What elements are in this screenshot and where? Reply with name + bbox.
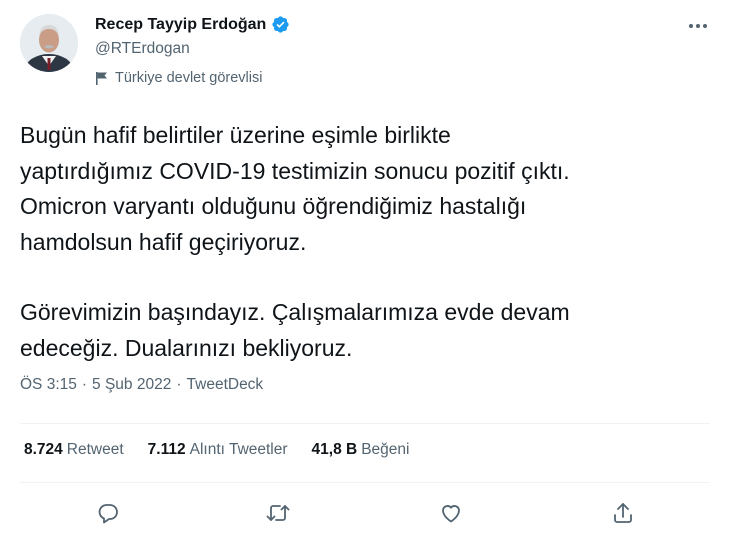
likes-stat[interactable]: 41,8 B Beğeni <box>312 441 410 459</box>
tweet-line: Bugün hafif belirtiler üzerine eşimle bi… <box>20 122 451 148</box>
tweet-line: Omicron varyantı olduğunu öğrendiğimiz h… <box>20 193 527 219</box>
tweet-source[interactable]: TweetDeck <box>187 376 264 394</box>
meta-separator: · <box>81 376 88 393</box>
tweet-card: Recep Tayyip Erdoğan @RTErdogan Türkiye … <box>0 0 730 537</box>
tweet-meta: ÖS 3:15 · 5 Şub 2022 · TweetDeck <box>20 376 263 394</box>
flag-icon <box>96 71 107 85</box>
retweets-stat[interactable]: 8.724 Retweet <box>24 441 124 459</box>
share-button[interactable] <box>607 497 639 529</box>
account-label-text: Türkiye devlet görevlisi <box>115 70 263 86</box>
tweet-time[interactable]: ÖS 3:15 <box>20 376 77 394</box>
retweet-icon <box>266 505 290 521</box>
tweet-text: Bugün hafif belirtiler üzerine eşimle bi… <box>20 118 710 366</box>
avatar[interactable] <box>20 14 78 72</box>
reply-icon <box>98 504 118 524</box>
retweet-button[interactable] <box>262 497 294 529</box>
likes-label: Beğeni <box>361 441 410 458</box>
more-dots-icon <box>689 24 707 28</box>
author-handle[interactable]: @RTErdogan <box>95 40 190 58</box>
like-button[interactable] <box>435 497 467 529</box>
quotes-label: Alıntı Tweetler <box>189 441 288 458</box>
verified-badge-icon <box>272 16 289 33</box>
tweet-stats: 8.724 Retweet 7.112 Alıntı Tweetler 41,8… <box>24 441 433 459</box>
more-options-button[interactable] <box>686 16 710 36</box>
tweet-date[interactable]: 5 Şub 2022 <box>92 376 171 394</box>
quotes-stat[interactable]: 7.112 Alıntı Tweetler <box>148 441 288 459</box>
quotes-count: 7.112 <box>147 441 186 458</box>
tweet-line: Görevimizin başındayız. Çalışmalarımıza … <box>20 299 570 325</box>
tweet-actions <box>0 497 730 529</box>
avatar-image <box>20 14 78 72</box>
divider <box>20 482 710 483</box>
meta-separator: · <box>176 376 182 393</box>
retweets-count: 8.724 <box>24 441 63 458</box>
tweet-line: yaptırdığımız COVID-19 testimizin sonucu… <box>20 157 570 184</box>
author-display-name[interactable]: Recep Tayyip Erdoğan <box>95 16 266 34</box>
tweet-paragraph-1: Bugün hafif belirtiler üzerine eşimle bi… <box>20 118 710 260</box>
tweet-line: hamdolsun hafif geçiriyoruz. <box>20 228 307 255</box>
author-name-row: Recep Tayyip Erdoğan <box>95 15 290 34</box>
divider <box>20 423 710 424</box>
like-icon <box>442 505 460 523</box>
likes-count: 41,8 B <box>311 441 358 458</box>
account-label: Türkiye devlet görevlisi <box>95 70 262 86</box>
tweet-paragraph-2: Görevimizin başındayız. Çalışmalarımıza … <box>20 295 710 366</box>
tweet-line: edeceğiz. Dualarınızı bekliyoruz. <box>20 334 353 361</box>
share-icon <box>614 503 632 523</box>
reply-button[interactable] <box>92 497 124 529</box>
retweets-label: Retweet <box>66 441 124 458</box>
